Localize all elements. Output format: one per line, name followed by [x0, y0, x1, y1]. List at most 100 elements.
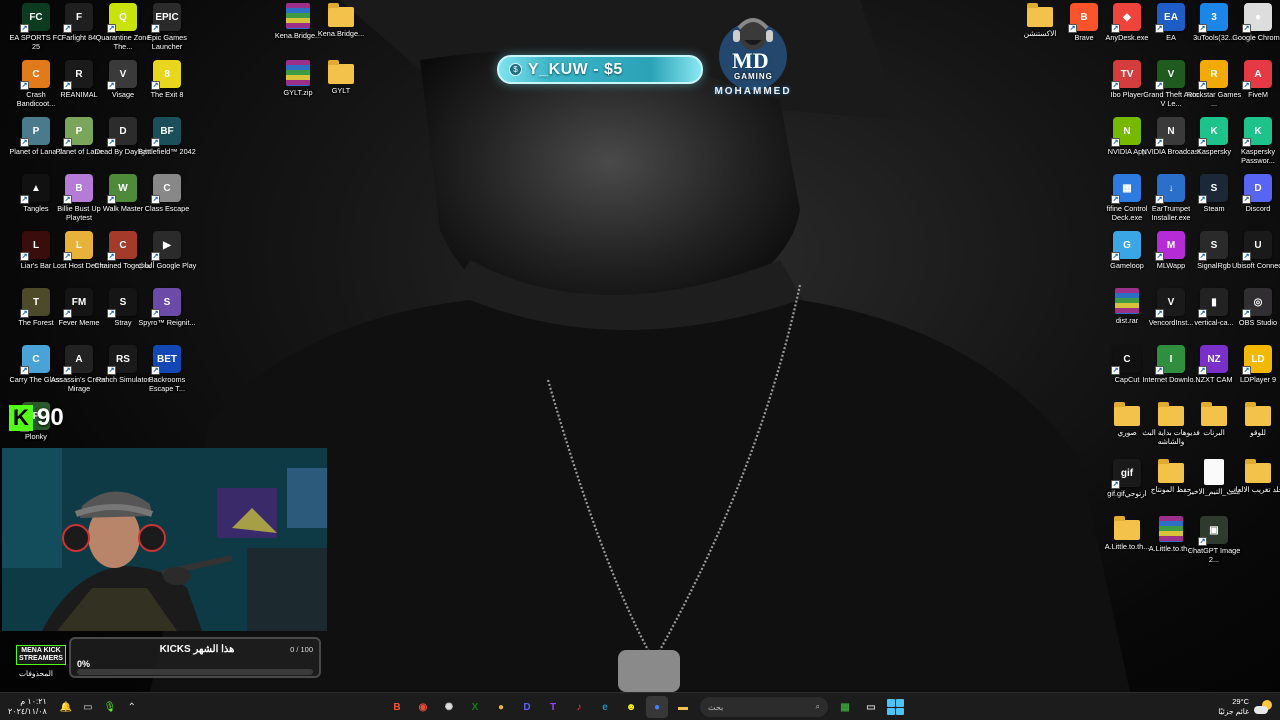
app-icon: NZ ↗ [1198, 345, 1228, 375]
gameloop-app-icon[interactable]: ● [490, 696, 512, 718]
app-icon: C ↗ [20, 60, 50, 90]
app-icon: EA ↗ [1155, 3, 1185, 33]
desktop-icon[interactable]: Kena.Bridge... [313, 3, 369, 59]
twitch-app-icon[interactable]: T [542, 696, 564, 718]
desktop-icon[interactable]: U ↗ Ubisoft Connect [1230, 231, 1280, 287]
microphone-icon[interactable]: 🎙 [102, 699, 118, 715]
app-icon: C ↗ [1111, 345, 1141, 375]
mena-line1: MENA KICK [21, 647, 61, 654]
archive-icon [1159, 516, 1183, 542]
shortcut-arrow-icon: ↗ [1155, 252, 1164, 261]
shortcut-arrow-icon: ↗ [20, 252, 29, 261]
desktop-icon-label: GYLT [331, 86, 351, 95]
app-icon: ▲ ↗ [20, 174, 50, 204]
app-icon: ◆ ↗ [1111, 3, 1141, 33]
desktop-icon[interactable]: 8 ↗ The Exit 8 [139, 60, 195, 116]
app-icon: ▶ ↗ [151, 231, 181, 261]
app-glyph: ▣ [1209, 524, 1219, 536]
shortcut-arrow-icon: ↗ [1198, 537, 1207, 546]
desktop-icon[interactable]: S ↗ Spyro™ Reignit... [138, 288, 196, 344]
folder-icon [328, 60, 354, 84]
weather-temp: 29°C [1232, 697, 1249, 706]
chevron-up-icon[interactable]: ⌃ [124, 699, 140, 715]
app-icon: A ↗ [63, 345, 93, 375]
app-glyph: RS [116, 353, 130, 365]
desktop-icon[interactable]: A ↗ FiveM [1230, 60, 1280, 116]
snap-app-icon[interactable]: ☻ [620, 696, 642, 718]
app-glyph: ◎ [1253, 296, 1263, 308]
start-button[interactable] [884, 696, 906, 718]
chatgpt-app-icon[interactable]: ✺ [438, 696, 460, 718]
desktop-icon-label: Plonky [25, 432, 47, 441]
display-icon[interactable]: ▭ [80, 699, 96, 715]
explorer-app-icon[interactable]: ▬ [672, 696, 694, 718]
widgets-app-icon[interactable]: ▦ [834, 696, 856, 718]
kicks-goal-widget: KICKS هذا الشهر 0 / 100 0% [69, 637, 321, 678]
desktop-icon[interactable]: EPIC ↗ Epic Games Launcher [139, 3, 195, 59]
desktop-icon[interactable]: BET ↗ Backrooms Escape T... [139, 345, 195, 401]
app-glyph: A [75, 353, 83, 365]
desktop-icon-label: Backrooms Escape T... [148, 375, 186, 393]
desktop-icon[interactable]: C ↗ Class Escape [139, 174, 195, 230]
folder-icon [1027, 3, 1053, 27]
app-glyph: BF [160, 125, 174, 137]
archive-icon [1115, 288, 1139, 314]
notifications-icon[interactable]: 🔔 [58, 699, 74, 715]
shortcut-arrow-icon: ↗ [1111, 138, 1120, 147]
app-icon: D ↗ [1242, 174, 1272, 204]
desktop-icon[interactable]: LD ↗ LDPlayer 9 [1230, 345, 1280, 401]
shortcut-arrow-icon: ↗ [1242, 195, 1251, 204]
app-glyph: N [1123, 125, 1131, 137]
goal-progress-bar [77, 669, 313, 675]
weather-widget[interactable]: 29°C غائم جزئيًا [1218, 697, 1272, 717]
desktop-icon[interactable]: K ↗ Kaspersky Passwor... [1230, 117, 1280, 173]
gallery-app-icon[interactable]: ▭ [860, 696, 882, 718]
app-icon: B ↗ [63, 174, 93, 204]
app-icon: U ↗ [1242, 231, 1272, 261]
desktop-icon[interactable]: GYLT [313, 60, 369, 116]
desktop-icon[interactable]: BF ↗ Battlefield™ 2042 [138, 117, 196, 173]
recycle-bin-label[interactable]: المحذوفات [14, 669, 58, 678]
discord-app-icon[interactable]: D [516, 696, 538, 718]
desktop-icon-label: للوقو [1250, 428, 1266, 437]
desktop-icon[interactable]: ▶ ↗ ألعاب Google Play [138, 231, 196, 287]
donation-text: Y_KUW - $5 [528, 60, 623, 78]
brave-app-icon[interactable]: B [386, 696, 408, 718]
desktop-icon[interactable]: ◎ ↗ OBS Studio [1230, 288, 1280, 344]
app-glyph: T [32, 296, 40, 308]
xbox-app-icon[interactable]: X [464, 696, 486, 718]
app-icon: 3 ↗ [1198, 3, 1228, 33]
app-icon: V ↗ [107, 60, 137, 90]
coin-icon: $ [509, 63, 522, 76]
desktop-icon[interactable]: ▣ ↗ ChatGPT Image 2... [1186, 516, 1242, 572]
clock[interactable]: ١٠:٢١ م ٢٠٢٤/١١/٠٨ [8, 697, 47, 717]
taskbar-search[interactable]: بحث ⌕ [700, 697, 828, 717]
shortcut-arrow-icon: ↗ [107, 24, 116, 33]
app-glyph: V [119, 68, 127, 80]
shortcut-arrow-icon: ↗ [63, 81, 72, 90]
app-glyph: C [163, 182, 171, 194]
logo-tag: GAMING [734, 72, 773, 81]
webcam-overlay [2, 448, 327, 631]
edge-app-icon[interactable]: e [594, 696, 616, 718]
desktop-icon[interactable]: ● ↗ Google Chrome [1230, 3, 1280, 59]
weather-desc: غائم جزئيًا [1218, 707, 1249, 716]
chrome-app-icon[interactable]: ● [646, 696, 668, 718]
app-icon: P↗ [63, 117, 93, 147]
desktop-icon[interactable]: مجلد تغريب الالعاب [1229, 459, 1280, 515]
desktop-icon-label: ChatGPT Image 2... [1187, 546, 1241, 564]
app-glyph: S [163, 296, 171, 308]
taskbar: ١٠:٢١ م ٢٠٢٤/١١/٠٨ 🔔 ▭ 🎙 ⌃ B ◉ ✺ X ● D T ♪ e ☻ ● ▬ ب… [0, 692, 1280, 720]
document-icon [1204, 459, 1224, 485]
desktop-icon[interactable]: للوقو [1230, 402, 1280, 458]
shortcut-arrow-icon: ↗ [63, 252, 72, 261]
app-glyph: C [32, 68, 40, 80]
app-icon: TV ↗ [1111, 60, 1141, 90]
desktop-icon[interactable]: D ↗ Discord [1230, 174, 1280, 230]
itunes-app-icon[interactable]: ♪ [568, 696, 590, 718]
record-app-icon[interactable]: ◉ [412, 696, 434, 718]
app-icon: ▦ ↗ [1111, 174, 1141, 204]
shortcut-arrow-icon: ↗ [107, 366, 116, 375]
goal-percent: 0% [77, 659, 91, 669]
desktop-icon-label: Kaspersky Passwor... [1240, 147, 1276, 165]
